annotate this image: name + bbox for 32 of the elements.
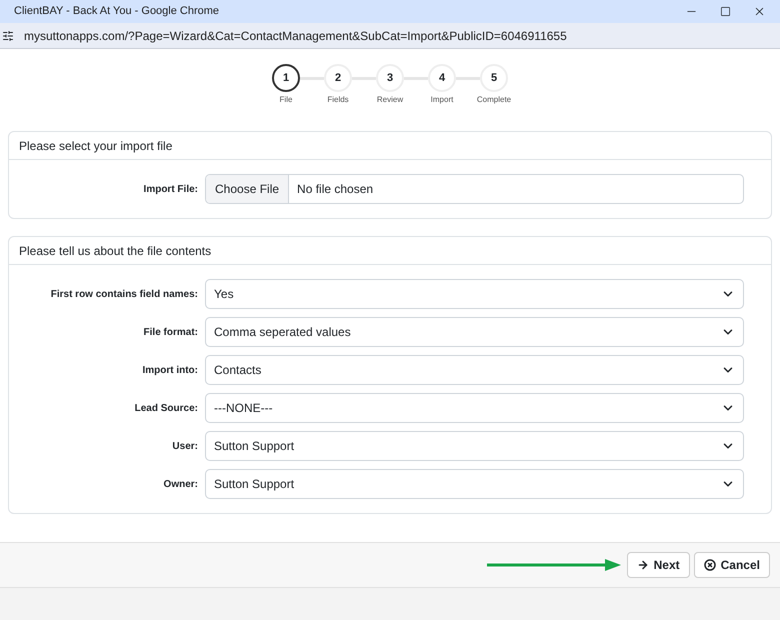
select-field[interactable]: Yes: [205, 279, 744, 309]
field-label: User:: [171, 440, 199, 454]
file-input[interactable]: Choose File No file chosen: [205, 174, 744, 204]
cancel-button[interactable]: Cancel: [694, 552, 770, 578]
field-label: First row contains field names:: [50, 288, 199, 302]
step-label: Complete: [476, 94, 512, 106]
panel-title: Please select your import file: [19, 138, 172, 154]
select-field[interactable]: Sutton Support: [205, 469, 744, 499]
file-status: No file chosen: [296, 181, 374, 198]
field-label: Import File:: [142, 182, 199, 196]
field-label: Import into:: [141, 364, 199, 378]
step-label: File: [280, 94, 292, 106]
field-label: File format:: [142, 326, 199, 340]
field-label: Owner:: [162, 478, 199, 492]
select-field[interactable]: ---NONE---: [205, 393, 744, 423]
arrow-icon: [636, 559, 649, 571]
url-text[interactable]: mysuttonapps.com/?Page=Wizard&Cat=ContactManagement&SubCat=Import&PublicID=6046911655: [24, 26, 567, 44]
panel-title: Please tell us about the file contents: [19, 242, 212, 260]
select-field[interactable]: Comma seperated values: [205, 317, 744, 347]
next-button[interactable]: Next: [626, 552, 690, 578]
step-label: Import: [430, 94, 454, 106]
close-icon[interactable]: [753, 5, 766, 18]
select-field[interactable]: Sutton Support: [205, 431, 744, 461]
circle-x-icon: [704, 559, 716, 571]
select-field[interactable]: Contacts: [205, 355, 744, 385]
maximize-icon[interactable]: [720, 6, 731, 17]
field-label: Lead Source:: [134, 402, 199, 416]
step-label: Review: [376, 94, 404, 106]
choose-file-button[interactable]: Choose File: [206, 175, 290, 203]
window-title: ClientBAY - Back At You - Google Chrome: [14, 4, 220, 20]
step-label: Fields: [327, 94, 349, 106]
site-settings-icon[interactable]: [2, 30, 14, 42]
